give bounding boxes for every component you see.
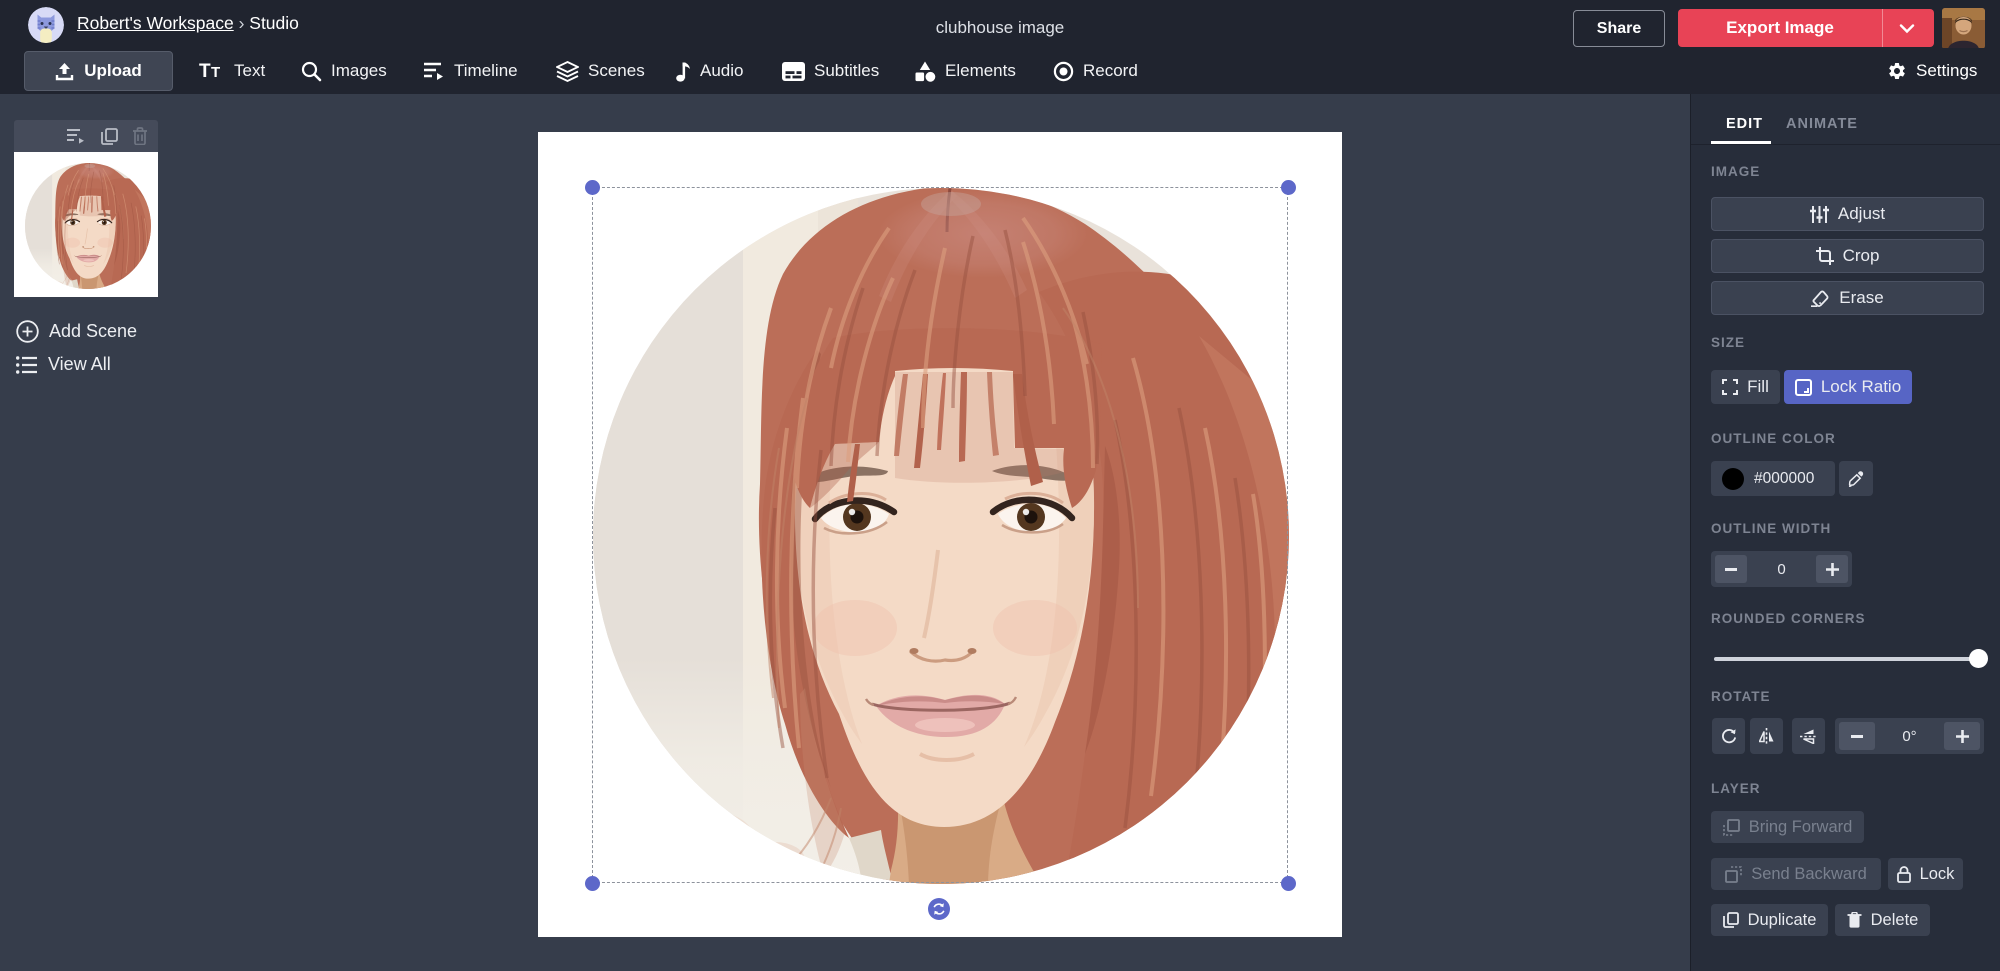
svg-text:T: T (199, 61, 211, 81)
svg-text:T: T (211, 64, 220, 81)
